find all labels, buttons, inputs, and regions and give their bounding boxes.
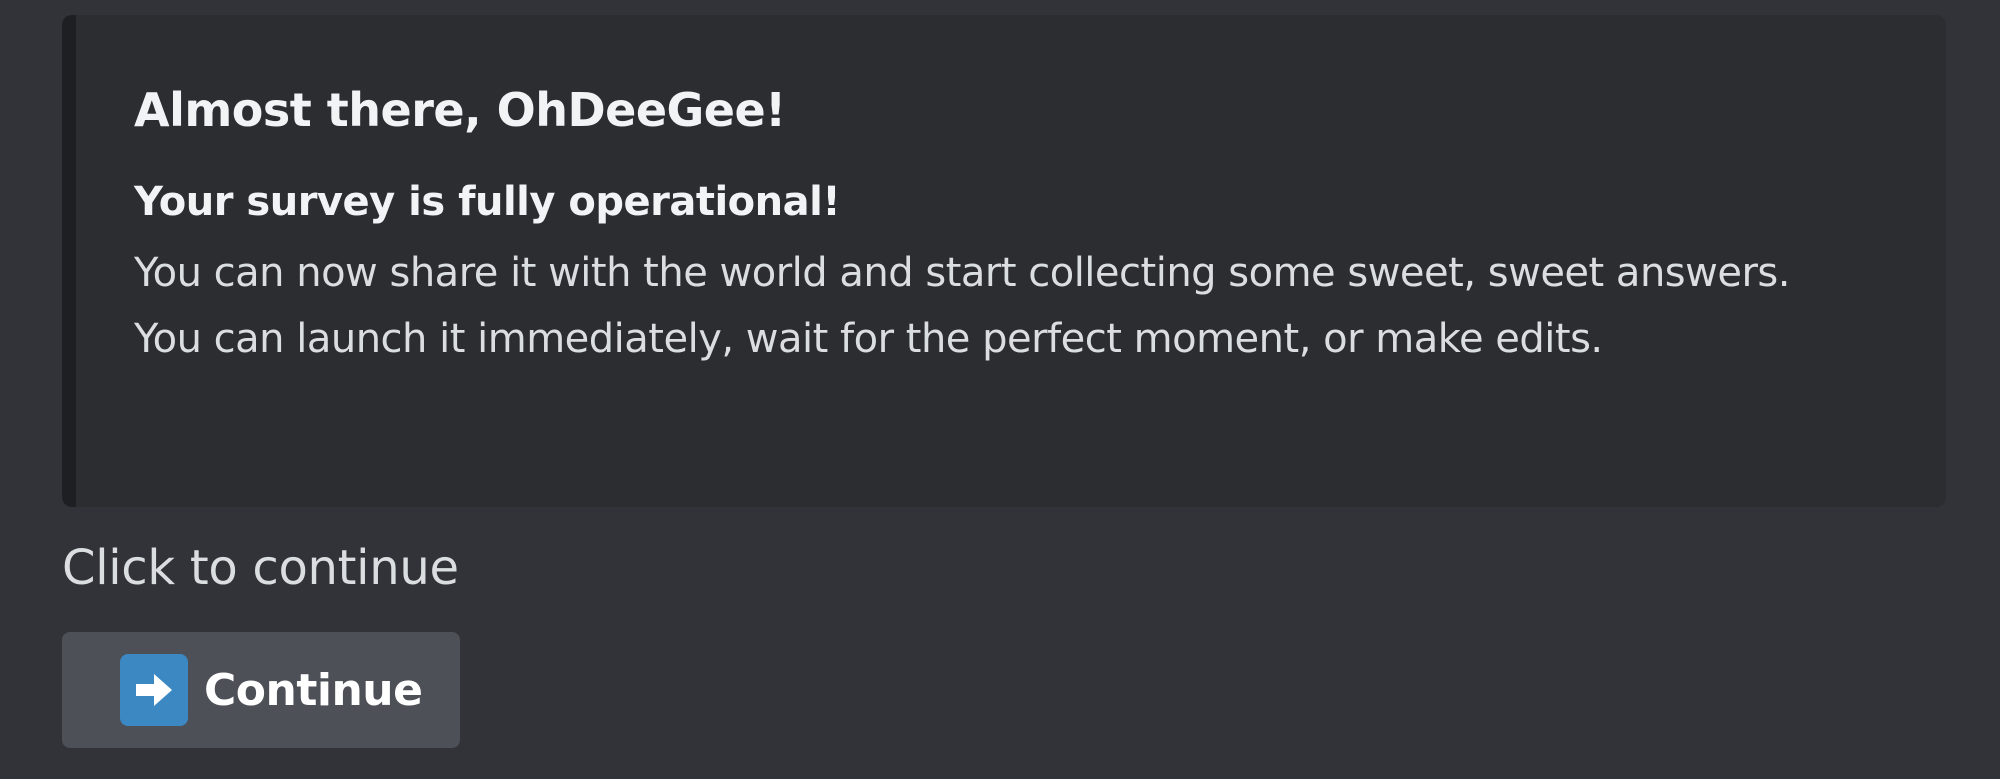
survey-embed: Almost there, OhDeeGee! Your survey is f… [62, 15, 1946, 507]
right-arrow-icon [120, 654, 188, 726]
continue-button-label: Continue [204, 664, 423, 716]
embed-body: You can now share it with the world and … [134, 240, 1854, 372]
embed-title: Almost there, OhDeeGee! [134, 83, 786, 137]
embed-body-line: You can launch it immediately, wait for … [134, 316, 1603, 363]
embed-subtitle: Your survey is fully operational! [134, 179, 841, 226]
continue-button[interactable]: Continue [62, 632, 460, 748]
message-container: Almost there, OhDeeGee! Your survey is f… [0, 0, 2000, 779]
embed-body-line: You can now share it with the world and … [134, 250, 1790, 297]
continue-prompt: Click to continue [62, 540, 459, 596]
